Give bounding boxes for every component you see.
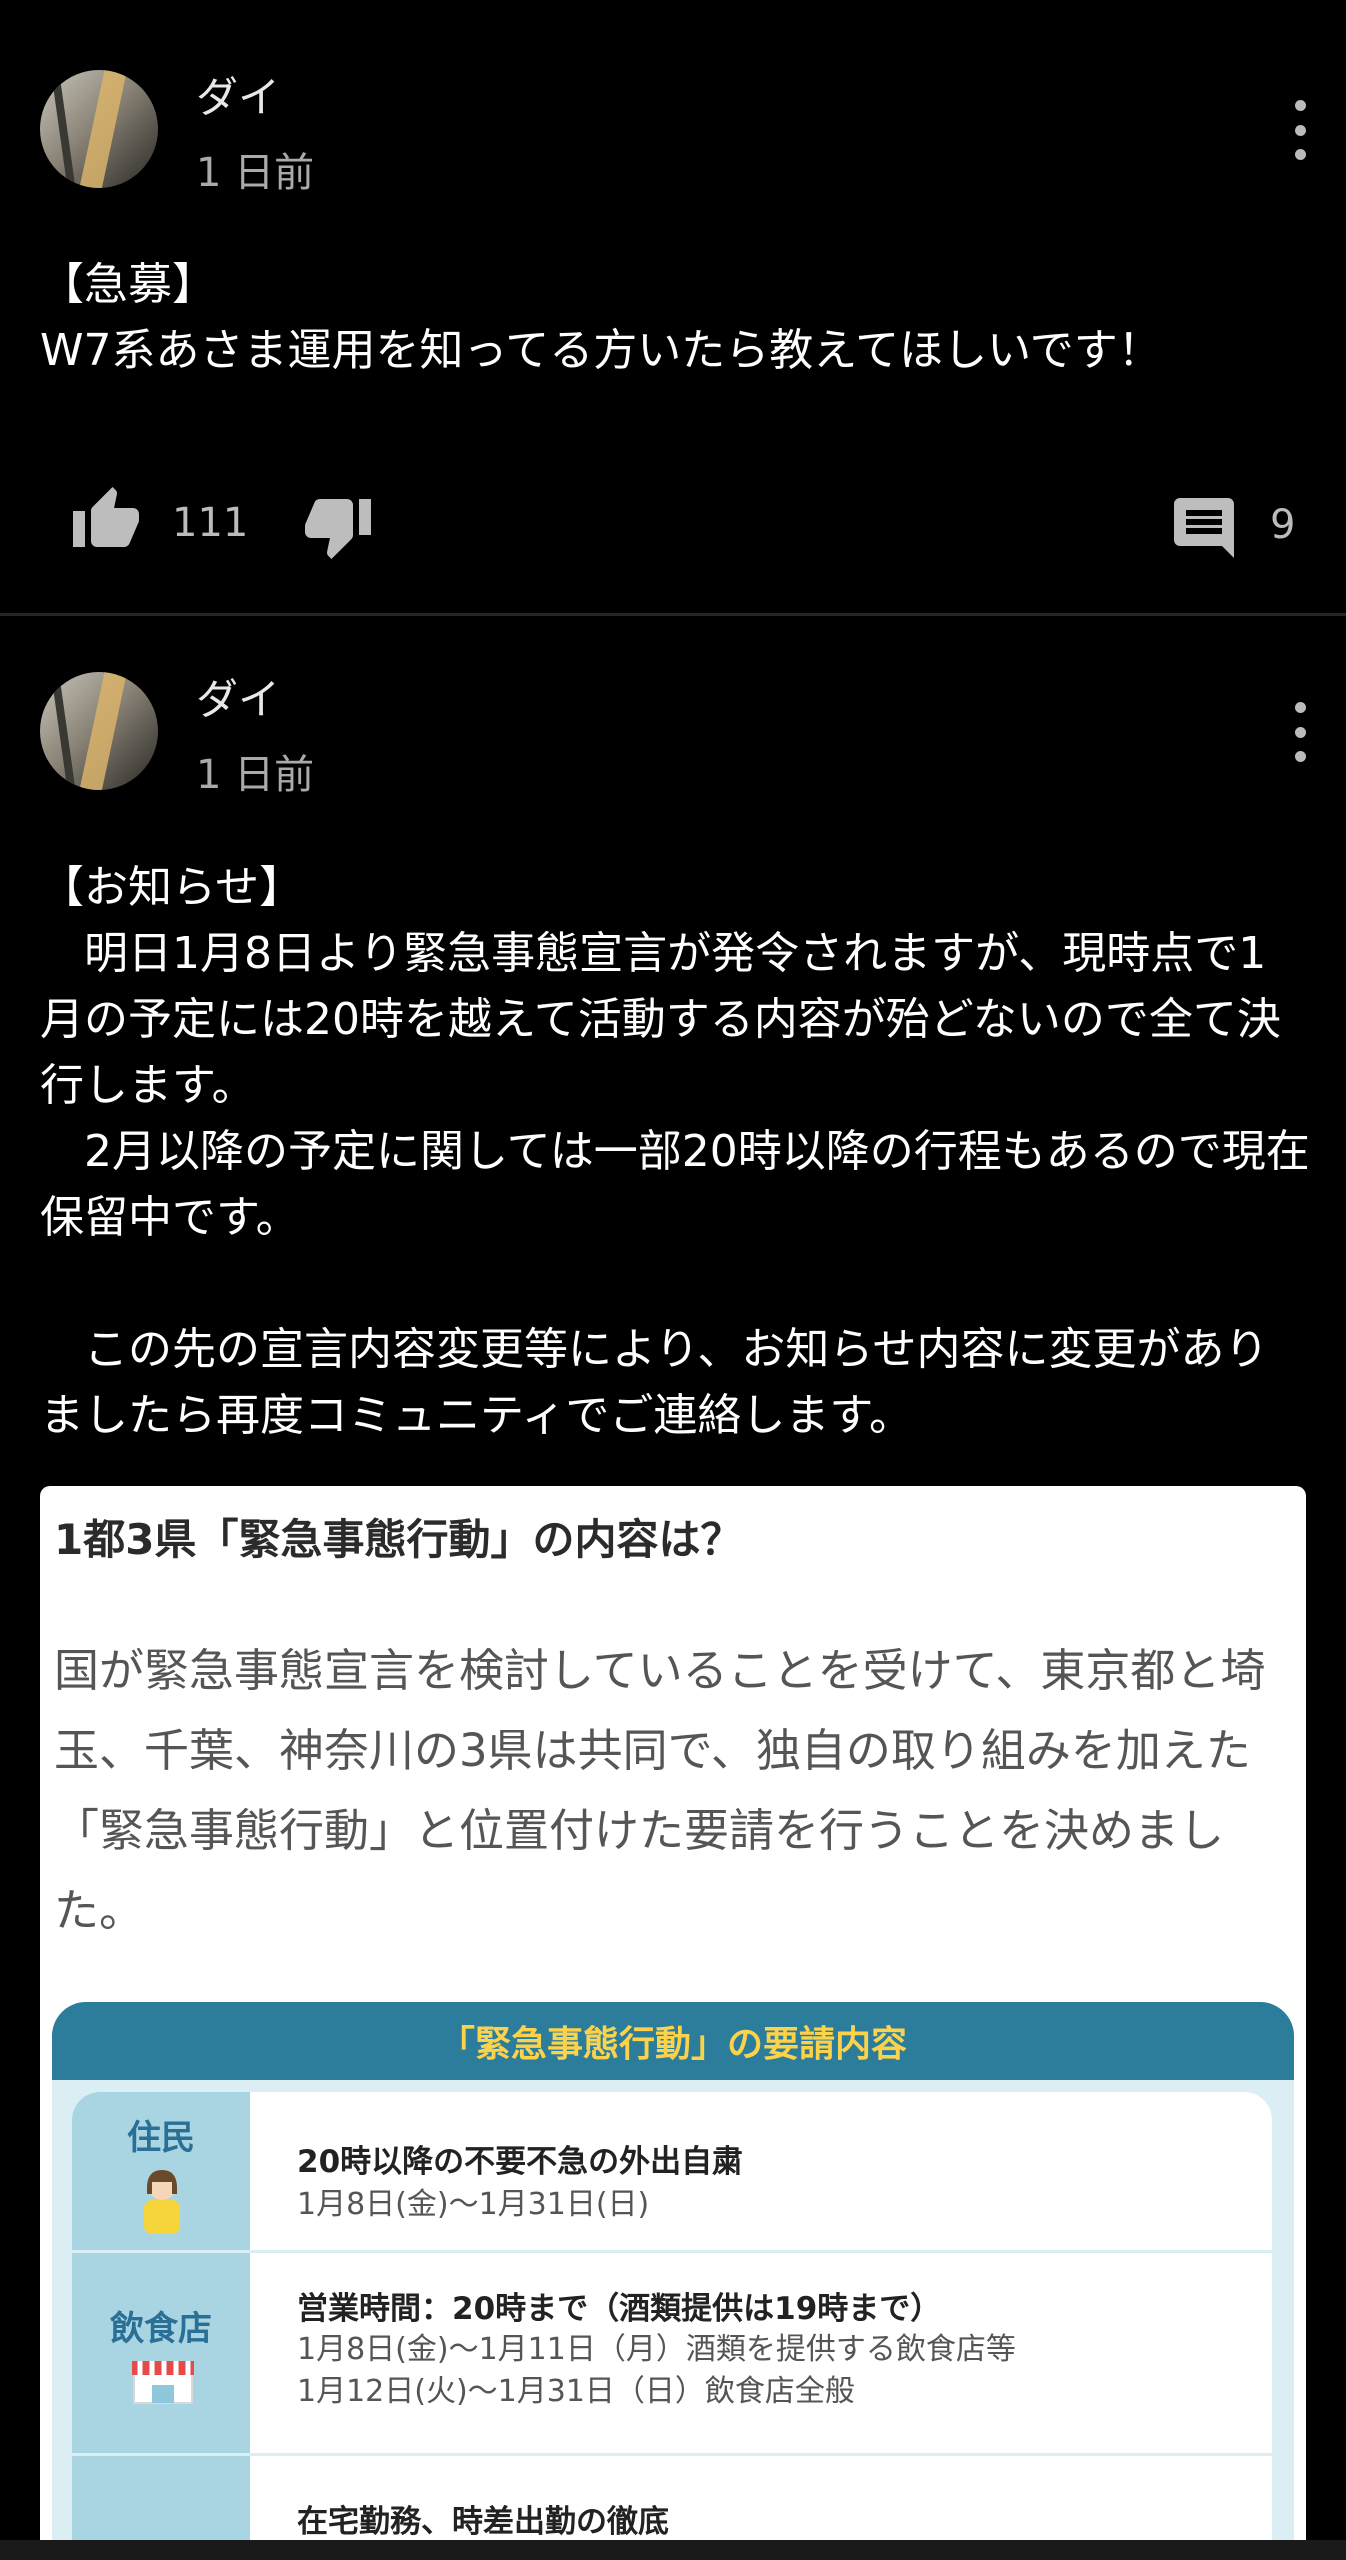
row-sub-text: 1月8日(金)～1月31日(日) — [297, 2187, 650, 2222]
image-headline: 1都3県「緊急事態行動」の内容は？ — [54, 1515, 743, 1564]
row-main-text: 20時以降の不要不急の外出自粛 — [297, 2144, 744, 2180]
restaurant-icon — [132, 2361, 194, 2404]
image-description: 国が緊急事態宣言を検討していることを受けて、東京都と埼玉、千葉、神奈川の3県は共… — [54, 1644, 1266, 1937]
community-post: ダイ 1 日前 【お知らせ】 明日1月8日より緊急事態宣言が発令されますが、現時… — [0, 0, 1346, 2560]
row-sub-text: 1月8日(金)～1月11日（月）酒類を提供する飲食店等 1月12日(火)～1月3… — [297, 2332, 1016, 2409]
author-name[interactable]: ダイ — [196, 666, 280, 727]
row-main-text: 営業時間：20時まで（酒類提供は19時まで） — [297, 2291, 942, 2327]
attached-image[interactable]: 1都3県「緊急事態行動」の内容は？ 国が緊急事態宣言を検討していることを受けて、… — [40, 1486, 1306, 2556]
row-label: 飲食店 — [72, 2253, 250, 2453]
avatar[interactable] — [40, 672, 158, 790]
row-main-text: 在宅勤務、時差出勤の徹底 — [297, 2504, 669, 2540]
table-row: 飲食店 営業時間：20時まで（酒類提供は19時まで） 1月8日(金)～1月11日… — [72, 2253, 1272, 2453]
row-label: 住民 — [72, 2092, 250, 2250]
table-row: 住民 20時以降の不要不急の外出自粛 1月8日(金)～1月31日(日) — [72, 2092, 1272, 2250]
table-title: 「緊急事態行動」の要請内容 — [52, 2002, 1294, 2080]
post-time: 1 日前 — [196, 752, 315, 798]
row-label-text: 飲食店 — [110, 2309, 212, 2349]
row-label-text: 住民 — [127, 2118, 195, 2158]
more-options-icon[interactable] — [1282, 702, 1318, 762]
request-table: 「緊急事態行動」の要請内容 住民 20時以降の不要不急の外出自粛 1月8日(金)… — [52, 2002, 1294, 2556]
resident-icon — [144, 2170, 180, 2234]
post-text: 【お知らせ】 明日1月8日より緊急事態宣言が発令されますが、現時点で1月の予定に… — [40, 862, 1310, 1441]
bottom-edge — [0, 2540, 1346, 2560]
